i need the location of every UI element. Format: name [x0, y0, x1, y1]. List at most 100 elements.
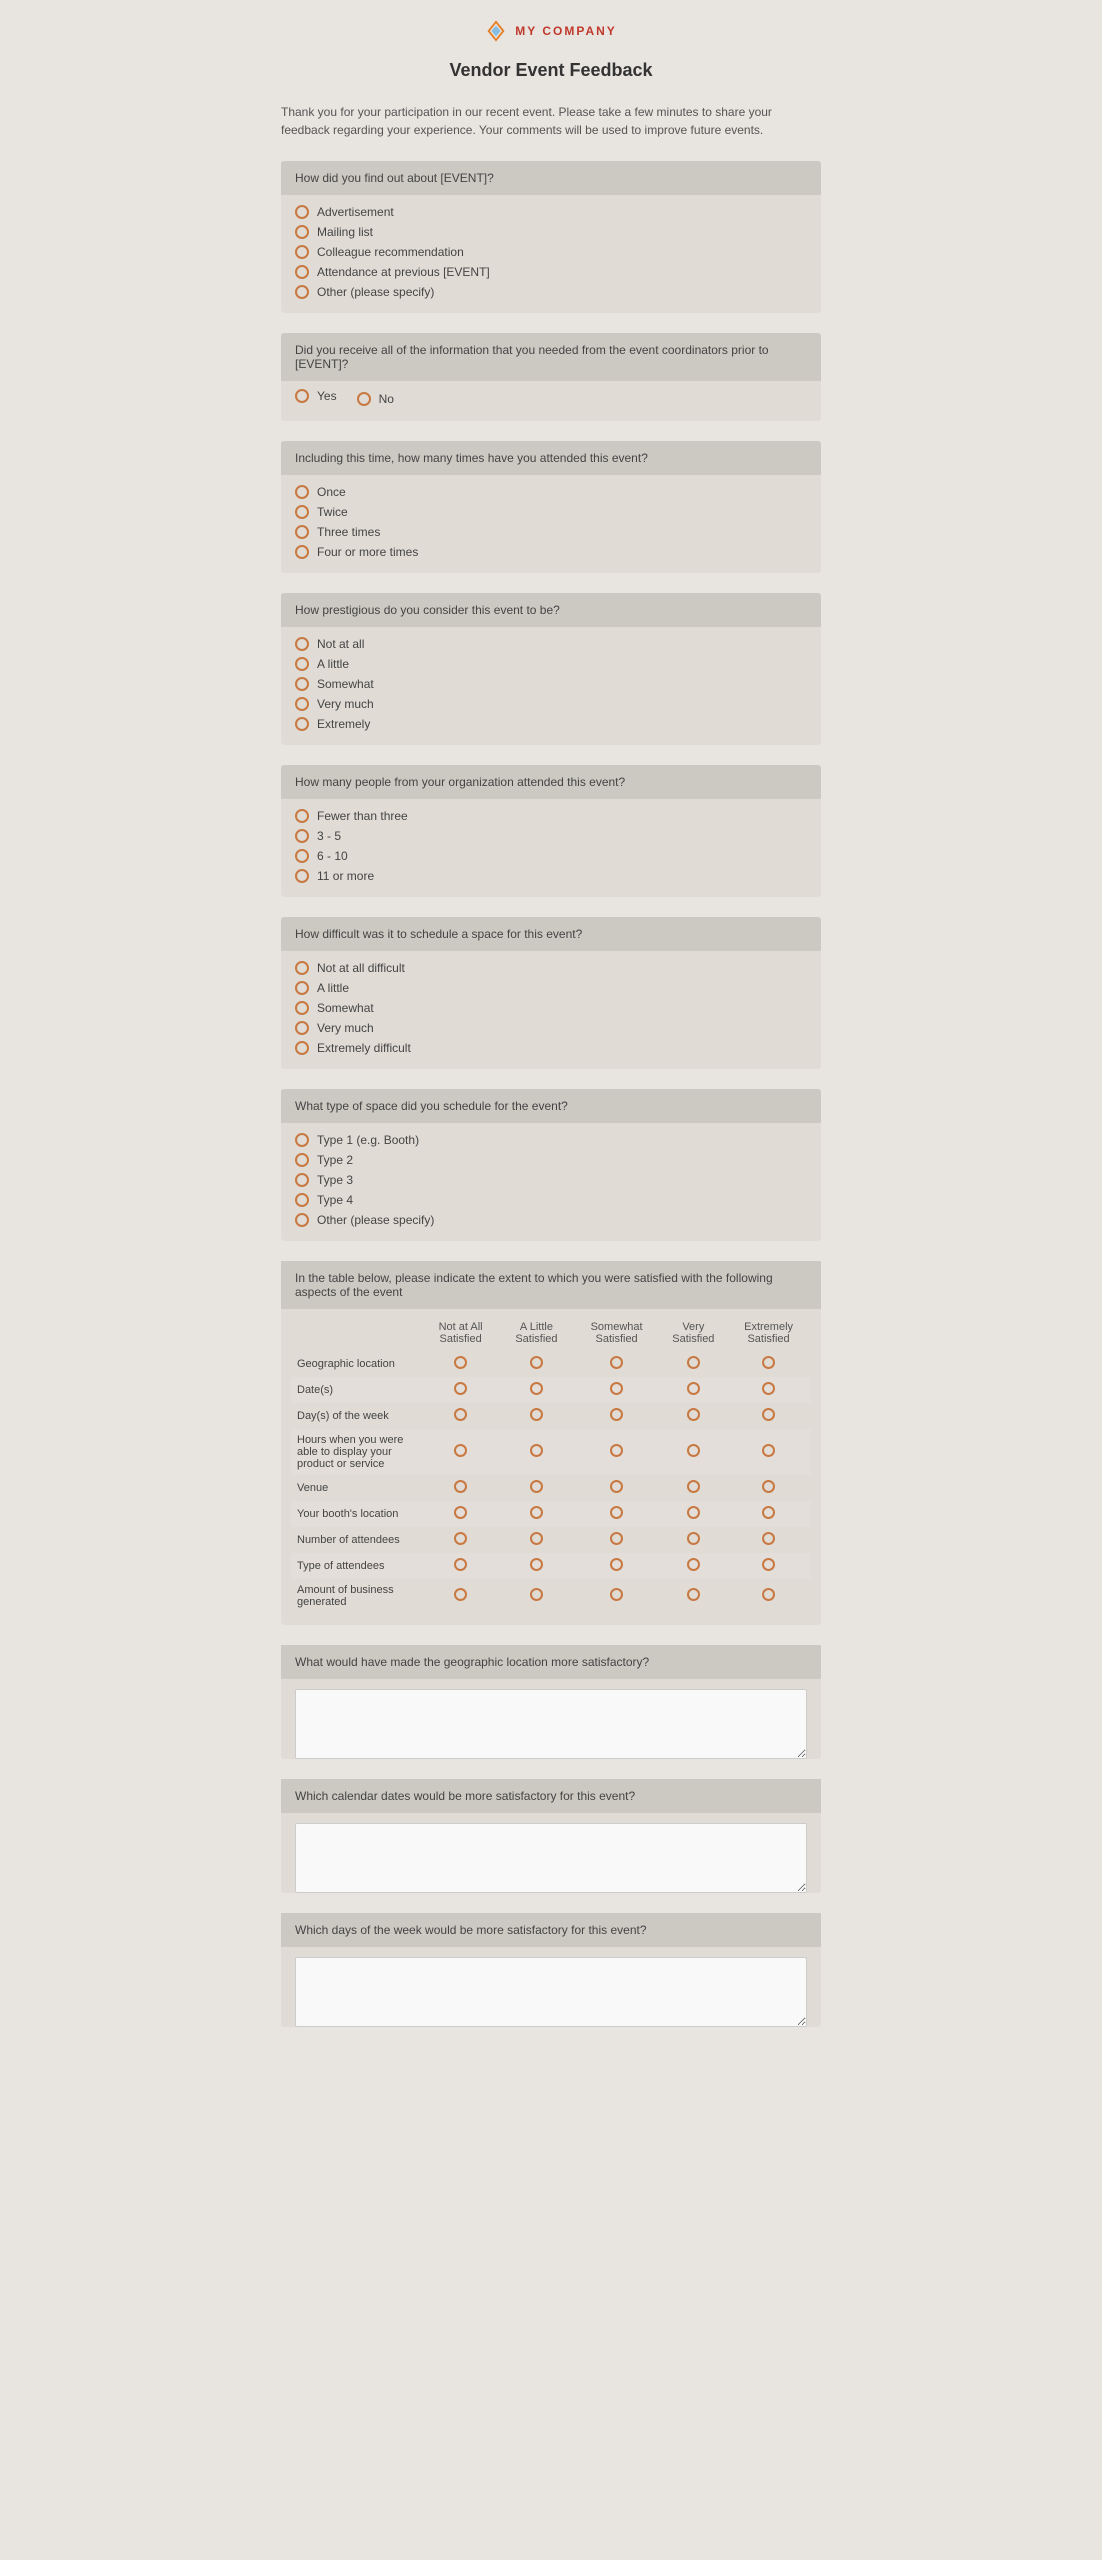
radio-icon[interactable] [295, 505, 309, 519]
radio-icon[interactable] [454, 1506, 467, 1519]
radio-cell[interactable] [661, 1429, 727, 1475]
radio-icon[interactable] [610, 1532, 623, 1545]
list-item[interactable]: Other (please specify) [295, 285, 807, 299]
list-item[interactable]: Mailing list [295, 225, 807, 239]
radio-icon[interactable] [530, 1356, 543, 1369]
radio-icon[interactable] [530, 1480, 543, 1493]
radio-cell[interactable] [726, 1429, 811, 1475]
radio-icon[interactable] [530, 1532, 543, 1545]
list-item[interactable]: Not at all [295, 637, 807, 651]
list-item[interactable]: Extremely [295, 717, 807, 731]
radio-icon[interactable] [530, 1558, 543, 1571]
radio-cell[interactable] [661, 1351, 727, 1377]
list-item[interactable]: Not at all difficult [295, 961, 807, 975]
radio-icon[interactable] [530, 1382, 543, 1395]
radio-icon[interactable] [530, 1506, 543, 1519]
radio-cell[interactable] [500, 1429, 572, 1475]
radio-cell[interactable] [421, 1403, 500, 1429]
radio-cell[interactable] [421, 1429, 500, 1475]
radio-icon[interactable] [295, 637, 309, 651]
list-item[interactable]: Type 1 (e.g. Booth) [295, 1133, 807, 1147]
radio-icon[interactable] [295, 545, 309, 559]
list-item[interactable]: Twice [295, 505, 807, 519]
radio-icon[interactable] [687, 1506, 700, 1519]
radio-cell[interactable] [573, 1501, 661, 1527]
radio-icon[interactable] [610, 1506, 623, 1519]
radio-icon[interactable] [610, 1480, 623, 1493]
list-item[interactable]: Attendance at previous [EVENT] [295, 265, 807, 279]
radio-icon[interactable] [687, 1480, 700, 1493]
radio-cell[interactable] [573, 1527, 661, 1553]
radio-icon[interactable] [762, 1382, 775, 1395]
list-item[interactable]: Fewer than three [295, 809, 807, 823]
radio-cell[interactable] [421, 1579, 500, 1613]
radio-cell[interactable] [573, 1429, 661, 1475]
radio-cell[interactable] [421, 1475, 500, 1501]
radio-cell[interactable] [661, 1527, 727, 1553]
list-item[interactable]: No [357, 389, 394, 409]
radio-icon[interactable] [295, 657, 309, 671]
radio-icon[interactable] [454, 1408, 467, 1421]
radio-cell[interactable] [726, 1351, 811, 1377]
list-item[interactable]: Type 3 [295, 1173, 807, 1187]
radio-icon[interactable] [454, 1532, 467, 1545]
radio-icon[interactable] [295, 1021, 309, 1035]
list-item[interactable]: Somewhat [295, 677, 807, 691]
list-item[interactable]: Somewhat [295, 1001, 807, 1015]
radio-icon[interactable] [295, 1193, 309, 1207]
radio-icon[interactable] [295, 1213, 309, 1227]
radio-icon[interactable] [295, 1133, 309, 1147]
radio-cell[interactable] [573, 1403, 661, 1429]
list-item[interactable]: 11 or more [295, 869, 807, 883]
list-item[interactable]: Four or more times [295, 545, 807, 559]
radio-icon[interactable] [295, 1173, 309, 1187]
radio-cell[interactable] [726, 1501, 811, 1527]
radio-icon[interactable] [295, 525, 309, 539]
radio-icon[interactable] [295, 849, 309, 863]
radio-icon[interactable] [610, 1588, 623, 1601]
radio-icon[interactable] [610, 1408, 623, 1421]
list-item[interactable]: 3 - 5 [295, 829, 807, 843]
radio-icon[interactable] [762, 1588, 775, 1601]
list-item[interactable]: A little [295, 657, 807, 671]
radio-icon[interactable] [762, 1558, 775, 1571]
radio-icon[interactable] [295, 205, 309, 219]
radio-icon[interactable] [762, 1506, 775, 1519]
list-item[interactable]: Colleague recommendation [295, 245, 807, 259]
radio-cell[interactable] [661, 1501, 727, 1527]
list-item[interactable]: Advertisement [295, 205, 807, 219]
radio-icon[interactable] [687, 1356, 700, 1369]
radio-cell[interactable] [421, 1501, 500, 1527]
radio-cell[interactable] [500, 1377, 572, 1403]
radio-cell[interactable] [661, 1579, 727, 1613]
radio-icon[interactable] [610, 1382, 623, 1395]
radio-icon[interactable] [454, 1382, 467, 1395]
radio-icon[interactable] [687, 1588, 700, 1601]
radio-icon[interactable] [762, 1356, 775, 1369]
radio-icon[interactable] [610, 1444, 623, 1457]
radio-icon[interactable] [762, 1408, 775, 1421]
radio-icon[interactable] [295, 1041, 309, 1055]
radio-icon[interactable] [295, 809, 309, 823]
radio-cell[interactable] [573, 1351, 661, 1377]
radio-cell[interactable] [573, 1553, 661, 1579]
radio-icon[interactable] [454, 1588, 467, 1601]
list-item[interactable]: Other (please specify) [295, 1213, 807, 1227]
radio-icon[interactable] [610, 1558, 623, 1571]
radio-icon[interactable] [687, 1444, 700, 1457]
radio-icon[interactable] [295, 485, 309, 499]
radio-icon[interactable] [295, 869, 309, 883]
radio-cell[interactable] [573, 1475, 661, 1501]
radio-icon[interactable] [357, 392, 371, 406]
open-question-2-input[interactable] [295, 1823, 807, 1893]
list-item[interactable]: Once [295, 485, 807, 499]
radio-cell[interactable] [500, 1351, 572, 1377]
radio-icon[interactable] [295, 1001, 309, 1015]
list-item[interactable]: Yes [295, 389, 337, 403]
radio-icon[interactable] [762, 1532, 775, 1545]
radio-icon[interactable] [295, 961, 309, 975]
radio-icon[interactable] [530, 1444, 543, 1457]
radio-cell[interactable] [726, 1553, 811, 1579]
radio-icon[interactable] [295, 717, 309, 731]
open-question-3-input[interactable] [295, 1957, 807, 2027]
